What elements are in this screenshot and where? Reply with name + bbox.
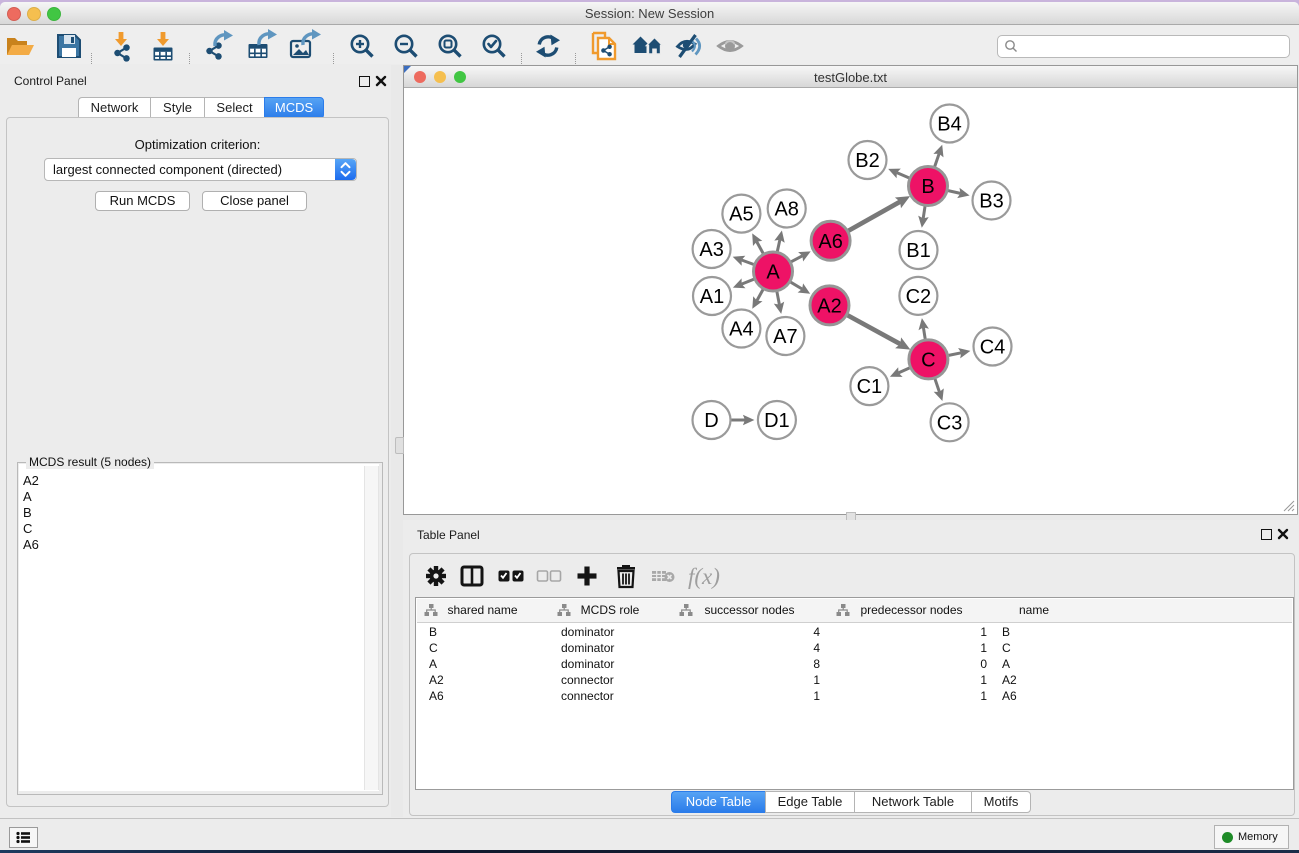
svg-text:A7: A7 — [773, 326, 797, 348]
svg-text:B: B — [921, 176, 934, 198]
svg-text:D1: D1 — [764, 410, 790, 432]
svg-text:A3: A3 — [699, 239, 723, 261]
svg-text:A5: A5 — [729, 204, 753, 226]
svg-text:A8: A8 — [774, 199, 798, 221]
svg-text:A: A — [766, 262, 780, 284]
svg-text:C: C — [921, 349, 935, 371]
svg-text:D: D — [704, 410, 718, 432]
svg-text:C2: C2 — [906, 286, 932, 308]
svg-text:C4: C4 — [980, 337, 1006, 359]
svg-text:B3: B3 — [979, 191, 1003, 213]
svg-text:B2: B2 — [855, 150, 879, 172]
svg-text:C1: C1 — [857, 376, 883, 398]
svg-text:A6: A6 — [818, 231, 842, 253]
svg-text:A4: A4 — [729, 319, 753, 341]
svg-text:B4: B4 — [937, 114, 961, 136]
svg-text:C3: C3 — [937, 412, 963, 434]
svg-text:f(x): f(x) — [688, 564, 720, 589]
svg-text:A2: A2 — [817, 295, 841, 317]
svg-text:B1: B1 — [906, 240, 930, 262]
svg-text:A1: A1 — [700, 286, 724, 308]
